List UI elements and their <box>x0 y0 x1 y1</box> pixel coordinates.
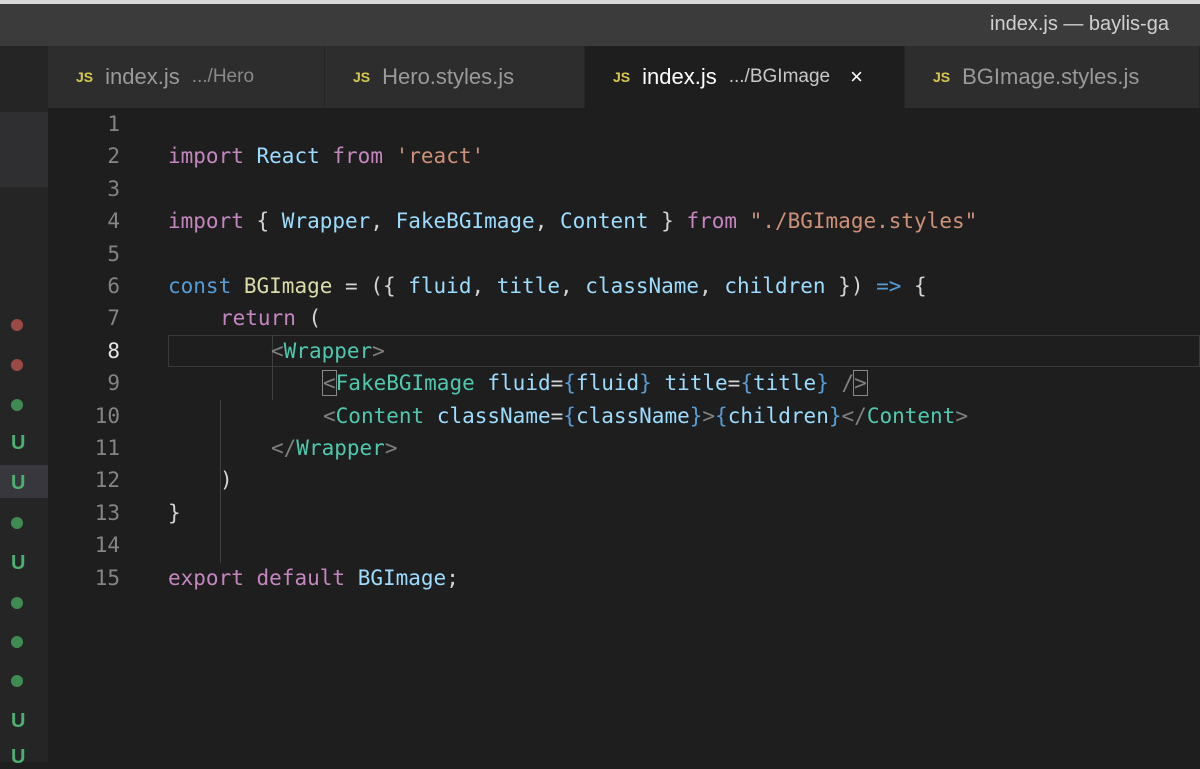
code-line-14[interactable]: export default BGImage; <box>48 529 1200 590</box>
untracked-marker: U <box>11 710 26 732</box>
explorer-selection <box>0 112 48 187</box>
tab-index-bgimage[interactable]: JS index.js .../BGImage × <box>585 46 905 108</box>
untracked-marker: U <box>11 472 26 494</box>
untracked-marker: U <box>11 432 26 454</box>
tab-label: index.js <box>642 64 717 89</box>
js-file-icon: JS <box>353 69 371 85</box>
status-dot-icon <box>11 597 23 609</box>
code-line-3[interactable]: import { Wrapper, FakeBGImage, Content }… <box>48 173 1200 233</box>
code-line-10[interactable]: </Wrapper> <box>48 400 1200 460</box>
tab-label: index.js <box>105 64 180 89</box>
status-dot-icon <box>11 517 23 529</box>
code-line-1[interactable]: import React from 'react' <box>48 108 1200 168</box>
js-file-icon: JS <box>76 69 94 85</box>
code-line-12[interactable]: } <box>48 464 1200 525</box>
code-line-9[interactable]: <Content className={className}>{children… <box>48 367 1200 428</box>
tab-label: Hero.styles.js <box>382 64 515 89</box>
code-editor[interactable]: 1 2 3 4 5 6 7 8 9 10 11 12 13 14 15 impo… <box>48 108 1200 762</box>
title-bar: index.js — baylis-ga <box>0 0 1200 46</box>
status-dot-icon <box>11 399 23 411</box>
code-line-11[interactable]: ) <box>48 432 1200 492</box>
code-line-5[interactable]: const BGImage = ({ fluid, title, classNa… <box>48 238 1200 298</box>
js-file-icon: JS <box>933 69 951 85</box>
code-line-7[interactable]: <Wrapper> <box>48 302 1200 363</box>
window-title: index.js — baylis-ga <box>990 13 1169 35</box>
tab-index-hero[interactable]: JS index.js .../Hero <box>48 46 325 108</box>
status-dot-icon <box>11 636 23 648</box>
tab-description: .../BGImage <box>728 66 831 87</box>
close-icon[interactable]: × <box>850 64 863 90</box>
tab-bgimage-styles[interactable]: JS BGImage.styles.js <box>905 46 1200 108</box>
untracked-marker: U <box>11 746 26 768</box>
js-file-icon: JS <box>613 69 631 85</box>
tab-label: BGImage.styles.js <box>962 64 1140 89</box>
code-line-8[interactable]: <FakeBGImage fluid={fluid} title={title}… <box>48 335 1200 397</box>
untracked-marker: U <box>11 552 26 574</box>
tab-hero-styles[interactable]: JS Hero.styles.js <box>325 46 585 108</box>
modified-dot-icon <box>11 359 23 371</box>
modified-dot-icon <box>11 319 23 331</box>
code-line-6[interactable]: return ( <box>48 270 1200 330</box>
tab-description: .../Hero <box>191 66 255 87</box>
status-dot-icon <box>11 675 23 687</box>
